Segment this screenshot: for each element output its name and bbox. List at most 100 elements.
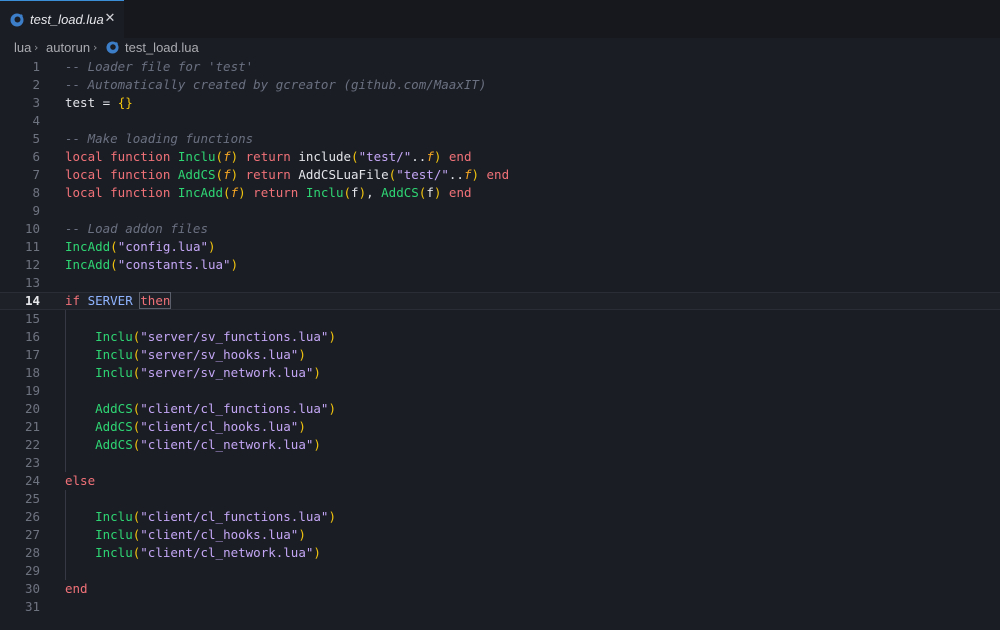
chevron-right-icon: ›	[93, 41, 98, 54]
code-token: )	[313, 545, 321, 560]
code-token: "client/cl_network.lua"	[140, 437, 314, 452]
code-line[interactable]: 4	[0, 112, 1000, 130]
code-line[interactable]: 28 Inclu("client/cl_network.lua")	[0, 544, 1000, 562]
code-line[interactable]: 25	[0, 490, 1000, 508]
code-token: )	[471, 167, 479, 182]
code-line[interactable]: 2 -- Automatically created by gcreator (g…	[0, 76, 1000, 94]
breadcrumb-item-autorun[interactable]: autorun	[46, 40, 90, 55]
code-line[interactable]: 18 Inclu("server/sv_network.lua")	[0, 364, 1000, 382]
code-token: )	[230, 149, 239, 164]
code-token: f	[426, 149, 434, 164]
line-number: 11	[24, 239, 40, 254]
editor-tab[interactable]: test_load.lua ✕	[0, 0, 124, 38]
line-number: 26	[24, 509, 40, 524]
code-line[interactable]: 7 local function AddCS(f) return AddCSLua…	[0, 166, 1000, 184]
line-number: 1	[32, 59, 40, 74]
code-line[interactable]: 14 if SERVER then	[0, 292, 1000, 310]
code-text: local function Inclu(f) return include("…	[65, 148, 471, 166]
code-line[interactable]: 29	[0, 562, 1000, 580]
code-line[interactable]: 17 Inclu("server/sv_hooks.lua")	[0, 346, 1000, 364]
chevron-right-icon: ›	[34, 41, 39, 54]
code-token: Inclu	[177, 149, 216, 164]
code-token: "client/cl_functions.lua"	[140, 401, 329, 416]
code-text: Inclu("client/cl_hooks.lua")	[65, 526, 306, 544]
code-token: Inclu	[95, 329, 133, 344]
code-token: )	[313, 437, 321, 452]
breadcrumb: lua › autorun › test_load.lua	[0, 38, 1000, 58]
code-text: Inclu("client/cl_network.lua")	[65, 544, 321, 562]
code-line[interactable]: 5 -- Make loading functions	[0, 130, 1000, 148]
code-token: "server/sv_network.lua"	[140, 365, 314, 380]
code-token: "client/cl_network.lua"	[140, 545, 314, 560]
code-token: "client/cl_hooks.lua"	[140, 527, 299, 542]
line-number: 2	[32, 77, 40, 92]
code-token: include	[298, 149, 352, 164]
line-number: 31	[24, 599, 40, 614]
line-number: 27	[24, 527, 40, 542]
close-icon[interactable]: ✕	[102, 11, 118, 27]
code-token: )	[230, 167, 239, 182]
code-line[interactable]: 3 test = {}	[0, 94, 1000, 112]
code-token: (	[215, 149, 224, 164]
code-line[interactable]: 10 -- Load addon files	[0, 220, 1000, 238]
line-number: 19	[24, 383, 40, 398]
code-token: return	[238, 149, 299, 164]
code-token: "client/cl_functions.lua"	[140, 509, 329, 524]
code-line[interactable]: 26 Inclu("client/cl_functions.lua")	[0, 508, 1000, 526]
code-token: )	[230, 257, 239, 272]
code-token: (	[110, 239, 118, 254]
code-line[interactable]: 30 end	[0, 580, 1000, 598]
code-line[interactable]: 20 AddCS("client/cl_functions.lua")	[0, 400, 1000, 418]
code-text: Inclu("server/sv_hooks.lua")	[65, 346, 306, 364]
line-number: 5	[32, 131, 40, 146]
code-line[interactable]: 21 AddCS("client/cl_hooks.lua")	[0, 418, 1000, 436]
code-token: AddCS	[95, 401, 133, 416]
code-line[interactable]: 31	[0, 598, 1000, 616]
code-line[interactable]: 13	[0, 274, 1000, 292]
code-line[interactable]: 19	[0, 382, 1000, 400]
code-line[interactable]: 9	[0, 202, 1000, 220]
line-number: 20	[24, 401, 40, 416]
code-line[interactable]: 27 Inclu("client/cl_hooks.lua")	[0, 526, 1000, 544]
code-token: else	[65, 473, 96, 488]
code-token: "server/sv_hooks.lua"	[140, 347, 299, 362]
code-line[interactable]: 12 IncAdd("constants.lua")	[0, 256, 1000, 274]
code-token: "client/cl_hooks.lua"	[140, 419, 299, 434]
line-number: 14	[24, 293, 40, 308]
breadcrumb-item-file[interactable]: test_load.lua	[125, 40, 199, 55]
breadcrumb-item-lua[interactable]: lua	[14, 40, 31, 55]
code-editor[interactable]: 1 -- Loader file for 'test' 2 -- Automatica…	[0, 58, 1000, 630]
code-line[interactable]: 15	[0, 310, 1000, 328]
code-line[interactable]: 24 else	[0, 472, 1000, 490]
line-number: 12	[24, 257, 40, 272]
code-line[interactable]: 11 IncAdd("config.lua")	[0, 238, 1000, 256]
code-line[interactable]: 6 local function Inclu(f) return include(…	[0, 148, 1000, 166]
code-token: f	[351, 185, 359, 200]
code-token: end	[441, 149, 472, 164]
code-text: AddCS("client/cl_functions.lua")	[65, 400, 336, 418]
lua-file-icon	[10, 13, 24, 27]
code-token: {}	[117, 95, 133, 110]
code-token: )	[298, 419, 306, 434]
line-number: 18	[24, 365, 40, 380]
tab-label: test_load.lua	[30, 12, 104, 27]
code-line[interactable]: 8 local function IncAdd(f) return Inclu(f…	[0, 184, 1000, 202]
code-token: AddCS	[95, 437, 133, 452]
code-line[interactable]: 23	[0, 454, 1000, 472]
code-text: Inclu("client/cl_functions.lua")	[65, 508, 336, 526]
code-token: AddCS	[381, 185, 419, 200]
code-line[interactable]: 1 -- Loader file for 'test'	[0, 58, 1000, 76]
lua-file-icon	[106, 41, 119, 54]
code-token: (	[351, 149, 359, 164]
code-token: )	[238, 185, 246, 200]
code-line[interactable]: 22 AddCS("client/cl_network.lua")	[0, 436, 1000, 454]
code-text: end	[65, 580, 88, 598]
code-token: local function	[65, 167, 178, 182]
code-line[interactable]: 16 Inclu("server/sv_functions.lua")	[0, 328, 1000, 346]
line-number: 16	[24, 329, 40, 344]
line-number: 24	[24, 473, 40, 488]
line-number: 21	[24, 419, 40, 434]
